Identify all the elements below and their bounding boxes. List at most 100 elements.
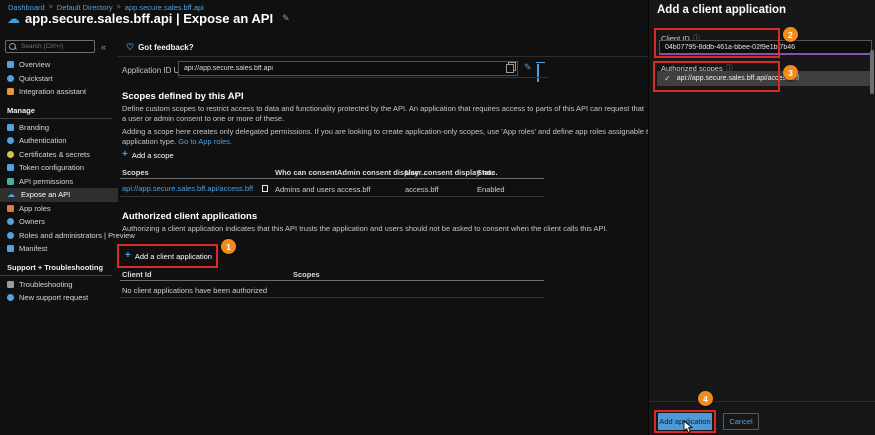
got-feedback-button[interactable]: ♡ Got feedback? bbox=[126, 42, 194, 53]
application-id-uri-field[interactable] bbox=[178, 61, 518, 76]
edit-pencil-icon[interactable]: ✎ bbox=[524, 62, 532, 73]
sidebar-item-label: Token configuration bbox=[19, 163, 85, 173]
sidebar-item-label: Owners bbox=[19, 217, 45, 227]
annotation-badge-3: 3 bbox=[783, 65, 798, 80]
cancel-button[interactable]: Cancel bbox=[723, 413, 759, 430]
sidebar-item-quickstart[interactable]: Quickstart bbox=[0, 72, 118, 86]
overview-icon bbox=[7, 61, 14, 69]
sidebar-search[interactable] bbox=[5, 40, 95, 53]
col-header-state: State bbox=[477, 168, 496, 177]
manifest-document-icon bbox=[7, 245, 14, 253]
add-client-application-button[interactable]: + Add a client application bbox=[125, 251, 212, 261]
col-header-client-id: Client Id bbox=[122, 270, 152, 279]
breadcrumb-separator: > bbox=[116, 4, 121, 11]
sidebar-item-branding[interactable]: Branding bbox=[0, 121, 118, 135]
sidebar-item-label: Integration assistant bbox=[19, 87, 87, 97]
plus-icon: + bbox=[125, 250, 131, 261]
troubleshooting-icon bbox=[7, 280, 14, 288]
application-id-uri-input[interactable] bbox=[182, 64, 506, 73]
sidebar-item-label: App roles bbox=[19, 203, 51, 213]
sidebar-item-label: Roles and administrators | Preview bbox=[19, 230, 135, 240]
panel-title: Add a client application bbox=[657, 4, 787, 16]
sidebar-item-troubleshooting[interactable]: Troubleshooting bbox=[0, 278, 118, 292]
col-header-client-scopes: Scopes bbox=[293, 270, 320, 279]
go-to-app-roles-link[interactable]: Go to App roles. bbox=[178, 137, 232, 146]
integration-assistant-icon bbox=[7, 88, 14, 96]
table-header-divider bbox=[120, 178, 544, 179]
sidebar-item-label: Overview bbox=[19, 60, 51, 70]
delete-trash-icon[interactable] bbox=[537, 64, 539, 82]
annotation-badge-2: 2 bbox=[783, 27, 798, 42]
edit-title-icon[interactable]: ✎ bbox=[282, 13, 290, 24]
token-configuration-icon bbox=[7, 164, 14, 172]
table-row-divider bbox=[120, 196, 544, 197]
sidebar-item-owners[interactable]: Owners bbox=[0, 215, 118, 229]
plus-icon: + bbox=[122, 149, 128, 160]
add-client-application-panel: Add a client application Client ID ⓘ 2 A… bbox=[648, 0, 875, 435]
sidebar-item-label: Certificates & secrets bbox=[19, 149, 90, 159]
sidebar-item-token-configuration[interactable]: Token configuration bbox=[0, 161, 118, 175]
client-id-input[interactable] bbox=[663, 42, 868, 52]
sidebar-item-overview[interactable]: Overview bbox=[0, 58, 118, 72]
cell-who-can-consent: Admins and users bbox=[275, 185, 336, 194]
sidebar-group-manage: Manage bbox=[0, 103, 112, 119]
sidebar-item-label: API permissions bbox=[19, 176, 74, 186]
cell-admin-consent-display: access.bff bbox=[337, 185, 371, 194]
sidebar-item-certificates-secrets[interactable]: Certificates & secrets bbox=[0, 148, 118, 162]
sidebar-item-new-support-request[interactable]: New support request bbox=[0, 291, 118, 305]
sidebar-item-manifest[interactable]: Manifest bbox=[0, 242, 118, 256]
sidebar: « Overview Quickstart Integration assist… bbox=[0, 36, 135, 435]
sidebar-item-app-roles[interactable]: App roles bbox=[0, 202, 118, 216]
sidebar-item-roles-administrators[interactable]: Roles and administrators | Preview bbox=[0, 229, 135, 243]
page-header: ☁ app.secure.sales.bff.api | Expose an A… bbox=[7, 11, 290, 26]
got-feedback-label: Got feedback? bbox=[138, 43, 194, 52]
branding-icon bbox=[7, 123, 14, 131]
sidebar-item-expose-an-api[interactable]: ☁ Expose an API bbox=[0, 188, 118, 202]
authorized-scope-row[interactable]: ✓ api://app.secure.sales.bff.api/access.… bbox=[657, 71, 872, 86]
add-a-scope-button[interactable]: + Add a scope bbox=[122, 150, 174, 160]
panel-footer-divider bbox=[649, 401, 875, 402]
heart-icon: ♡ bbox=[126, 42, 135, 52]
table-row-divider bbox=[120, 297, 544, 298]
checkmark-icon: ✓ bbox=[664, 74, 671, 83]
scopes-section-title: Scopes defined by this API bbox=[122, 91, 244, 102]
cell-state: Enabled bbox=[477, 185, 505, 194]
add-client-label: Add a client application bbox=[134, 251, 212, 261]
authorized-clients-title: Authorized client applications bbox=[122, 211, 258, 222]
sidebar-item-api-permissions[interactable]: API permissions bbox=[0, 175, 118, 189]
expose-api-cloud-icon: ☁ bbox=[7, 189, 15, 199]
scrollbar-thumb[interactable] bbox=[870, 50, 874, 94]
sidebar-item-label: Manifest bbox=[19, 244, 48, 254]
search-input[interactable] bbox=[19, 42, 91, 51]
sidebar-item-integration-assistant[interactable]: Integration assistant bbox=[0, 85, 118, 99]
client-id-field[interactable] bbox=[659, 40, 872, 55]
roles-admins-person-icon bbox=[7, 231, 14, 239]
scopes-description-2: Adding a scope here creates only delegat… bbox=[122, 127, 656, 146]
table-header-divider bbox=[120, 280, 544, 281]
add-scope-label: Add a scope bbox=[131, 150, 174, 160]
azure-portal-screen: Dashboard > Default Directory > app.secu… bbox=[0, 0, 875, 435]
sidebar-nav: Overview Quickstart Integration assistan… bbox=[0, 58, 135, 305]
sidebar-item-label: New support request bbox=[19, 293, 89, 303]
col-header-scopes: Scopes bbox=[122, 168, 149, 177]
scopes-description-1: Define custom scopes to restrict access … bbox=[122, 104, 644, 123]
sidebar-item-label: Expose an API bbox=[21, 190, 71, 200]
app-roles-icon bbox=[7, 204, 14, 212]
authentication-icon bbox=[7, 137, 14, 145]
empty-table-message: No client applications have been authori… bbox=[122, 286, 268, 295]
app-registration-cloud-icon: ☁ bbox=[7, 11, 20, 26]
certificates-key-icon bbox=[7, 150, 14, 158]
mouse-cursor-icon bbox=[682, 420, 694, 435]
search-icon bbox=[9, 43, 16, 50]
api-permissions-icon bbox=[7, 177, 14, 185]
cell-user-consent-display: access.bff bbox=[405, 185, 439, 194]
sidebar-collapse-button[interactable]: « bbox=[101, 42, 106, 52]
sidebar-item-label: Authentication bbox=[19, 136, 67, 146]
sidebar-item-authentication[interactable]: Authentication bbox=[0, 134, 118, 148]
annotation-badge-4: 4 bbox=[698, 391, 713, 406]
support-request-person-icon bbox=[7, 294, 14, 302]
scope-link[interactable]: api://app.secure.sales.bff.api/access.bf… bbox=[122, 184, 253, 193]
owners-person-icon bbox=[7, 218, 14, 226]
copy-icon[interactable] bbox=[506, 62, 516, 73]
appid-row-divider bbox=[178, 77, 548, 78]
